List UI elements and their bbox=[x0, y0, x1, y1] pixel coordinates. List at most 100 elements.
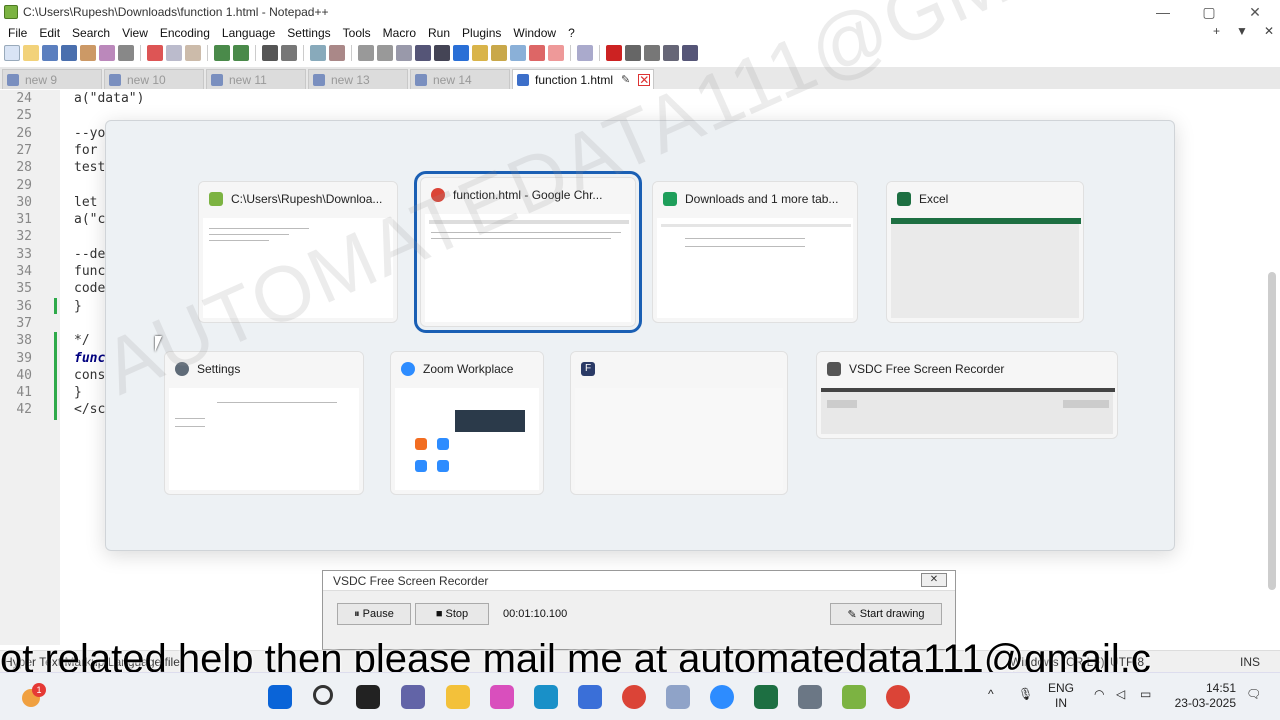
sync-h-icon[interactable] bbox=[377, 45, 393, 61]
replace-icon[interactable] bbox=[281, 45, 297, 61]
open-file-icon[interactable] bbox=[23, 45, 39, 61]
microphone-icon[interactable]: 🎙 bbox=[1018, 687, 1033, 702]
zoom-out-icon[interactable] bbox=[329, 45, 345, 61]
edge-icon[interactable] bbox=[534, 685, 558, 709]
start-icon[interactable] bbox=[268, 685, 292, 709]
pause-button[interactable]: ⏸ Pause bbox=[337, 603, 411, 625]
zoom-icon[interactable] bbox=[710, 685, 734, 709]
switcher-card-excel[interactable]: Excel bbox=[886, 181, 1084, 323]
save-macro-icon[interactable] bbox=[682, 45, 698, 61]
pin-icon[interactable]: ✎ bbox=[621, 73, 630, 86]
menu-item-settings[interactable]: Settings bbox=[287, 26, 330, 40]
new-file-icon[interactable] bbox=[4, 45, 20, 61]
cut-icon[interactable] bbox=[147, 45, 163, 61]
tab-list-icon[interactable]: ▼ bbox=[1236, 24, 1248, 38]
record-macro-icon[interactable] bbox=[606, 45, 622, 61]
teams-icon[interactable] bbox=[401, 685, 425, 709]
card-title: Settings bbox=[197, 362, 241, 376]
notifications-icon[interactable]: 🗨 bbox=[1246, 687, 1261, 702]
notepadpp-icon[interactable] bbox=[842, 685, 866, 709]
menu-item-tools[interactable]: Tools bbox=[343, 26, 371, 40]
minimize-button[interactable]: — bbox=[1140, 0, 1186, 24]
switcher-card-file-explorer[interactable]: Downloads and 1 more tab... bbox=[652, 181, 858, 323]
monitoring-icon[interactable] bbox=[529, 45, 545, 61]
print-icon[interactable] bbox=[118, 45, 134, 61]
chrome-icon[interactable] bbox=[622, 685, 646, 709]
recorder-close-button[interactable]: ✕ bbox=[921, 573, 947, 587]
doc-map-icon[interactable] bbox=[472, 45, 488, 61]
close-doc-icon[interactable]: ✕ bbox=[1264, 24, 1274, 38]
menu-item-macro[interactable]: Macro bbox=[383, 26, 416, 40]
tray-chevron-icon[interactable]: ^ bbox=[988, 687, 994, 702]
paste-icon[interactable] bbox=[185, 45, 201, 61]
start-drawing-button[interactable]: ✎ Start drawing bbox=[830, 603, 942, 625]
menu-item-search[interactable]: Search bbox=[72, 26, 110, 40]
vertical-scrollbar[interactable] bbox=[1268, 272, 1276, 590]
function-list-icon[interactable] bbox=[491, 45, 507, 61]
tab-new-9[interactable]: new 9 bbox=[2, 69, 102, 89]
new-tab-icon[interactable]: + bbox=[1213, 24, 1220, 38]
switcher-card-chrome[interactable]: function.html - Google Chr... bbox=[414, 171, 642, 333]
indent-guide-icon[interactable] bbox=[453, 45, 469, 61]
menu-item-edit[interactable]: Edit bbox=[39, 26, 60, 40]
zoom-in-icon[interactable] bbox=[310, 45, 326, 61]
chrome-profile-icon[interactable] bbox=[886, 685, 910, 709]
preview-line bbox=[175, 426, 205, 427]
play-macro-icon[interactable] bbox=[644, 45, 660, 61]
switcher-card-settings[interactable]: Settings bbox=[164, 351, 364, 495]
menu-item-encoding[interactable]: Encoding bbox=[160, 26, 210, 40]
menu-item-file[interactable]: File bbox=[8, 26, 27, 40]
run-macro-multiple-icon[interactable] bbox=[663, 45, 679, 61]
weather-widget[interactable]: 1 bbox=[20, 683, 46, 709]
save-all-icon[interactable] bbox=[61, 45, 77, 61]
r-icon[interactable] bbox=[666, 685, 690, 709]
close-button[interactable]: ✕ bbox=[1232, 0, 1278, 24]
tab-new-11[interactable]: new 11 bbox=[206, 69, 306, 89]
switcher-card-notepadpp[interactable]: C:\Users\Rupesh\Downloa... bbox=[198, 181, 398, 323]
tab-new-13[interactable]: new 13 bbox=[308, 69, 408, 89]
copy-icon[interactable] bbox=[166, 45, 182, 61]
close-file-icon[interactable] bbox=[80, 45, 96, 61]
wifi-icon[interactable]: ◠ bbox=[1094, 687, 1104, 702]
settings-icon[interactable] bbox=[798, 685, 822, 709]
stop-macro-icon[interactable] bbox=[625, 45, 641, 61]
tab-new-10[interactable]: new 10 bbox=[104, 69, 204, 89]
undo-icon[interactable] bbox=[214, 45, 230, 61]
tab-new-14[interactable]: new 14 bbox=[410, 69, 510, 89]
card-title: C:\Users\Rupesh\Downloa... bbox=[231, 192, 383, 206]
switcher-card-zoom[interactable]: Zoom Workplace bbox=[390, 351, 544, 495]
store-icon[interactable] bbox=[578, 685, 602, 709]
save-icon[interactable] bbox=[42, 45, 58, 61]
redo-icon[interactable] bbox=[233, 45, 249, 61]
maximize-button[interactable]: ▢ bbox=[1186, 0, 1232, 24]
word-wrap-icon[interactable] bbox=[396, 45, 412, 61]
sync-v-icon[interactable] bbox=[358, 45, 374, 61]
close-tab-icon[interactable]: ✕ bbox=[638, 73, 651, 86]
menu-item-window[interactable]: Window bbox=[513, 26, 556, 40]
menu-item-view[interactable]: View bbox=[122, 26, 148, 40]
menu-item-plugins[interactable]: Plugins bbox=[462, 26, 501, 40]
volume-icon[interactable]: ◁ bbox=[1116, 687, 1125, 702]
copilot-icon[interactable] bbox=[490, 685, 514, 709]
folder-workspace-icon[interactable] bbox=[510, 45, 526, 61]
close-all-icon[interactable] bbox=[99, 45, 115, 61]
language-indicator[interactable]: ENG IN bbox=[1048, 681, 1074, 711]
file-explorer-icon[interactable] bbox=[446, 685, 470, 709]
excel-icon[interactable] bbox=[754, 685, 778, 709]
menu-item-language[interactable]: Language bbox=[222, 26, 275, 40]
stop-button[interactable]: ■ Stop bbox=[415, 603, 489, 625]
task-view-icon[interactable] bbox=[356, 685, 380, 709]
clock[interactable]: 14:51 23-03-2025 bbox=[1172, 681, 1236, 711]
switcher-card-f-app[interactable]: F bbox=[570, 351, 788, 495]
eye-icon[interactable] bbox=[577, 45, 593, 61]
menu-item-help[interactable]: ? bbox=[568, 26, 575, 40]
battery-icon[interactable]: ▭ bbox=[1140, 687, 1151, 702]
switcher-card-vsdc[interactable]: VSDC Free Screen Recorder bbox=[816, 351, 1118, 439]
pdf-icon[interactable] bbox=[548, 45, 564, 61]
search-icon[interactable] bbox=[313, 685, 333, 705]
find-icon[interactable] bbox=[262, 45, 278, 61]
menu-item-run[interactable]: Run bbox=[428, 26, 450, 40]
dropdown-icon[interactable] bbox=[434, 45, 450, 61]
tab-function-1-html[interactable]: function 1.html ✎ ✕ bbox=[512, 69, 654, 89]
show-all-chars-icon[interactable] bbox=[415, 45, 431, 61]
